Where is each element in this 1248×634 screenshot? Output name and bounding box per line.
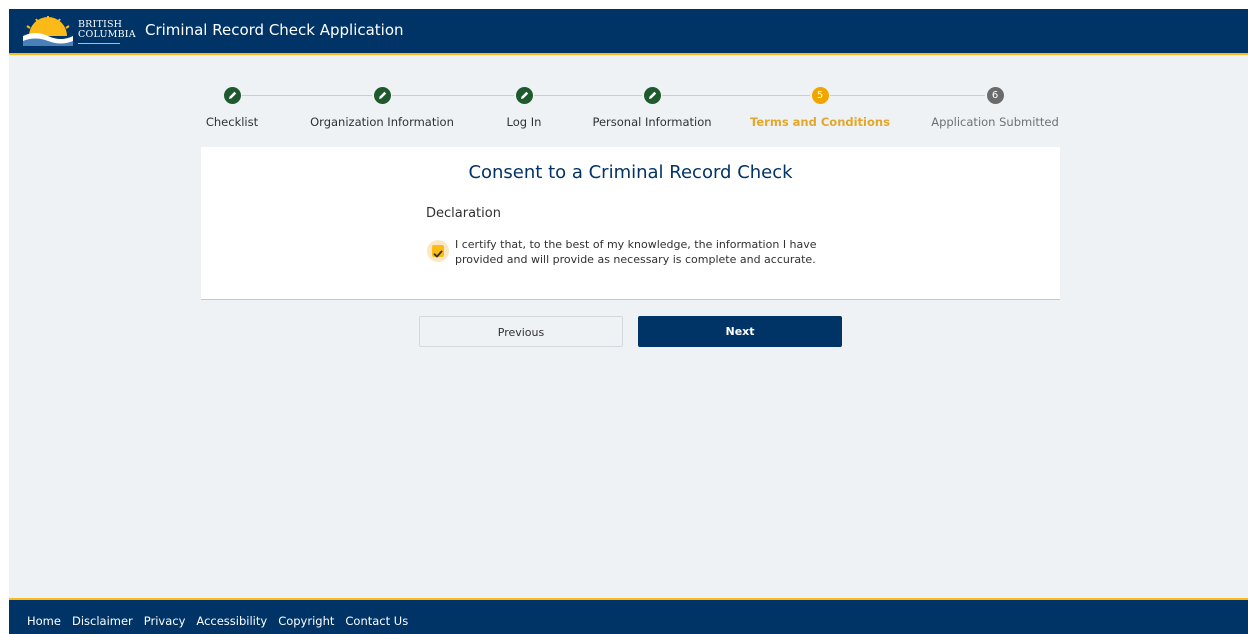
bc-sun-icon: [23, 16, 73, 46]
logo-text: BRITISH COLUMBIA: [78, 20, 136, 40]
step-label: Personal Information: [592, 115, 712, 129]
consent-card: Consent to a Criminal Record Check Decla…: [201, 147, 1060, 300]
bc-logo[interactable]: BRITISH COLUMBIA: [23, 16, 136, 46]
checkbox-box: [432, 245, 444, 258]
step-label: Terms and Conditions: [750, 115, 890, 129]
footer: Home Disclaimer Privacy Accessibility Co…: [9, 598, 1248, 634]
consent-title: Consent to a Criminal Record Check: [468, 162, 793, 183]
step-label: Organization Information: [310, 115, 454, 129]
next-button[interactable]: Next: [638, 316, 842, 347]
step-number-badge: 6: [986, 87, 1004, 104]
footer-link-home[interactable]: Home: [27, 614, 61, 628]
logo-underline: [78, 43, 120, 44]
app-title: Criminal Record Check Application: [145, 21, 404, 39]
pencil-icon: [643, 87, 661, 104]
pencil-icon: [373, 87, 391, 104]
step-terms-and-conditions[interactable]: 5 Terms and Conditions: [740, 85, 900, 129]
footer-link-contact-us[interactable]: Contact Us: [345, 614, 408, 628]
declaration-heading: Declaration: [426, 206, 501, 221]
progress-stepper: Checklist Organization Information Log I…: [199, 85, 1059, 135]
previous-button[interactable]: Previous: [419, 316, 623, 347]
logo-line-2: COLUMBIA: [78, 29, 136, 40]
footer-links: Home Disclaimer Privacy Accessibility Co…: [27, 614, 408, 628]
footer-link-privacy[interactable]: Privacy: [144, 614, 186, 628]
step-label: Checklist: [205, 115, 259, 129]
app-frame: BRITISH COLUMBIA Criminal Record Check A…: [9, 9, 1248, 634]
declaration-checkbox[interactable]: [427, 240, 449, 262]
footer-link-copyright[interactable]: Copyright: [278, 614, 334, 628]
step-organization-information[interactable]: Organization Information: [302, 85, 462, 129]
step-number-badge: 5: [811, 87, 829, 104]
declaration-text[interactable]: I certify that, to the best of my knowle…: [455, 237, 835, 267]
footer-link-disclaimer[interactable]: Disclaimer: [72, 614, 133, 628]
pencil-icon: [515, 87, 533, 104]
step-label: Application Submitted: [931, 115, 1059, 129]
step-application-submitted: 6 Application Submitted: [915, 85, 1075, 129]
header: BRITISH COLUMBIA Criminal Record Check A…: [9, 9, 1248, 55]
checkmark-icon: [433, 250, 443, 258]
pencil-icon: [223, 87, 241, 104]
footer-link-accessibility[interactable]: Accessibility: [196, 614, 267, 628]
step-personal-information[interactable]: Personal Information: [572, 85, 732, 129]
step-checklist[interactable]: Checklist: [152, 85, 312, 129]
